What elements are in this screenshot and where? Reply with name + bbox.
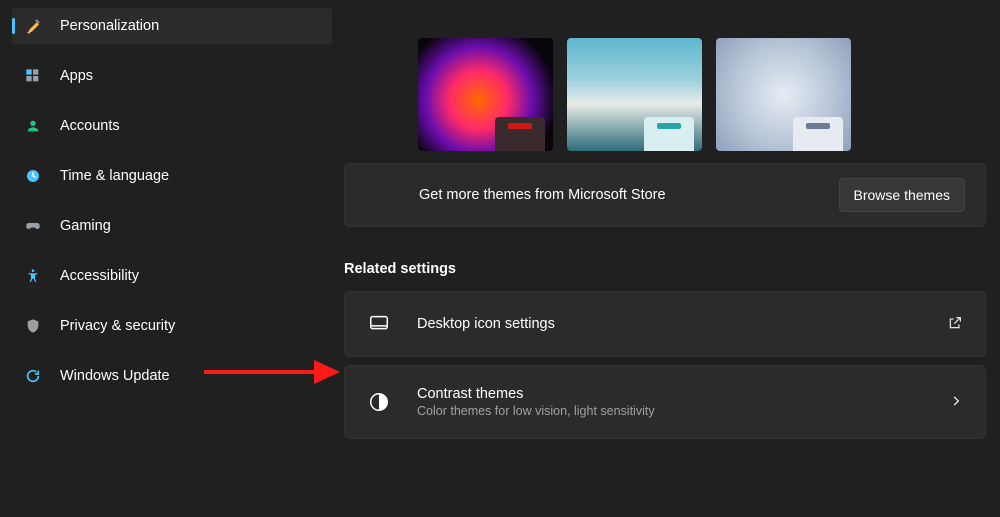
store-card: Get more themes from Microsoft Store Bro…: [344, 163, 986, 227]
sidebar-item-label: Windows Update: [60, 368, 170, 384]
row-title: Desktop icon settings: [417, 316, 947, 332]
sidebar-item-accessibility[interactable]: Accessibility: [12, 258, 332, 294]
update-icon: [24, 367, 42, 385]
theme-row: [418, 38, 986, 151]
sidebar-item-label: Gaming: [60, 218, 111, 234]
theme-thumb[interactable]: [567, 38, 702, 151]
contrast-themes-row[interactable]: Contrast themes Color themes for low vis…: [344, 365, 986, 439]
row-subtitle: Color themes for low vision, light sensi…: [417, 404, 949, 418]
store-text: Get more themes from Microsoft Store: [419, 185, 666, 205]
person-icon: [24, 117, 42, 135]
sidebar-item-accounts[interactable]: Accounts: [12, 108, 332, 144]
sidebar-item-apps[interactable]: Apps: [12, 58, 332, 94]
open-external-icon: [947, 315, 963, 334]
theme-thumb[interactable]: [716, 38, 851, 151]
sidebar-item-gaming[interactable]: Gaming: [12, 208, 332, 244]
sidebar-item-label: Accessibility: [60, 268, 139, 284]
monitor-icon: [367, 312, 391, 336]
sidebar-item-privacy[interactable]: Privacy & security: [12, 308, 332, 344]
theme-thumb[interactable]: [418, 38, 553, 151]
chevron-right-icon: [949, 394, 963, 411]
sidebar-item-label: Apps: [60, 68, 93, 84]
shield-icon: [24, 317, 42, 335]
desktop-icon-settings-row[interactable]: Desktop icon settings: [344, 291, 986, 357]
row-title: Contrast themes: [417, 386, 949, 402]
accessibility-icon: [24, 267, 42, 285]
sidebar-item-label: Personalization: [60, 18, 159, 34]
sidebar-item-windows-update[interactable]: Windows Update: [12, 358, 332, 394]
apps-icon: [24, 67, 42, 85]
sidebar-item-label: Accounts: [60, 118, 120, 134]
sidebar-item-label: Time & language: [60, 168, 169, 184]
section-title: Related settings: [344, 261, 986, 277]
sidebar: Personalization Apps Accounts Time & lan…: [0, 0, 344, 517]
contrast-icon: [367, 390, 391, 414]
gamepad-icon: [24, 217, 42, 235]
clock-globe-icon: [24, 167, 42, 185]
browse-themes-button[interactable]: Browse themes: [839, 178, 965, 212]
sidebar-item-label: Privacy & security: [60, 318, 175, 334]
content-area: Get more themes from Microsoft Store Bro…: [344, 0, 1000, 517]
sidebar-item-personalization[interactable]: Personalization: [12, 8, 332, 44]
sidebar-item-time-language[interactable]: Time & language: [12, 158, 332, 194]
paintbrush-icon: [24, 17, 42, 35]
